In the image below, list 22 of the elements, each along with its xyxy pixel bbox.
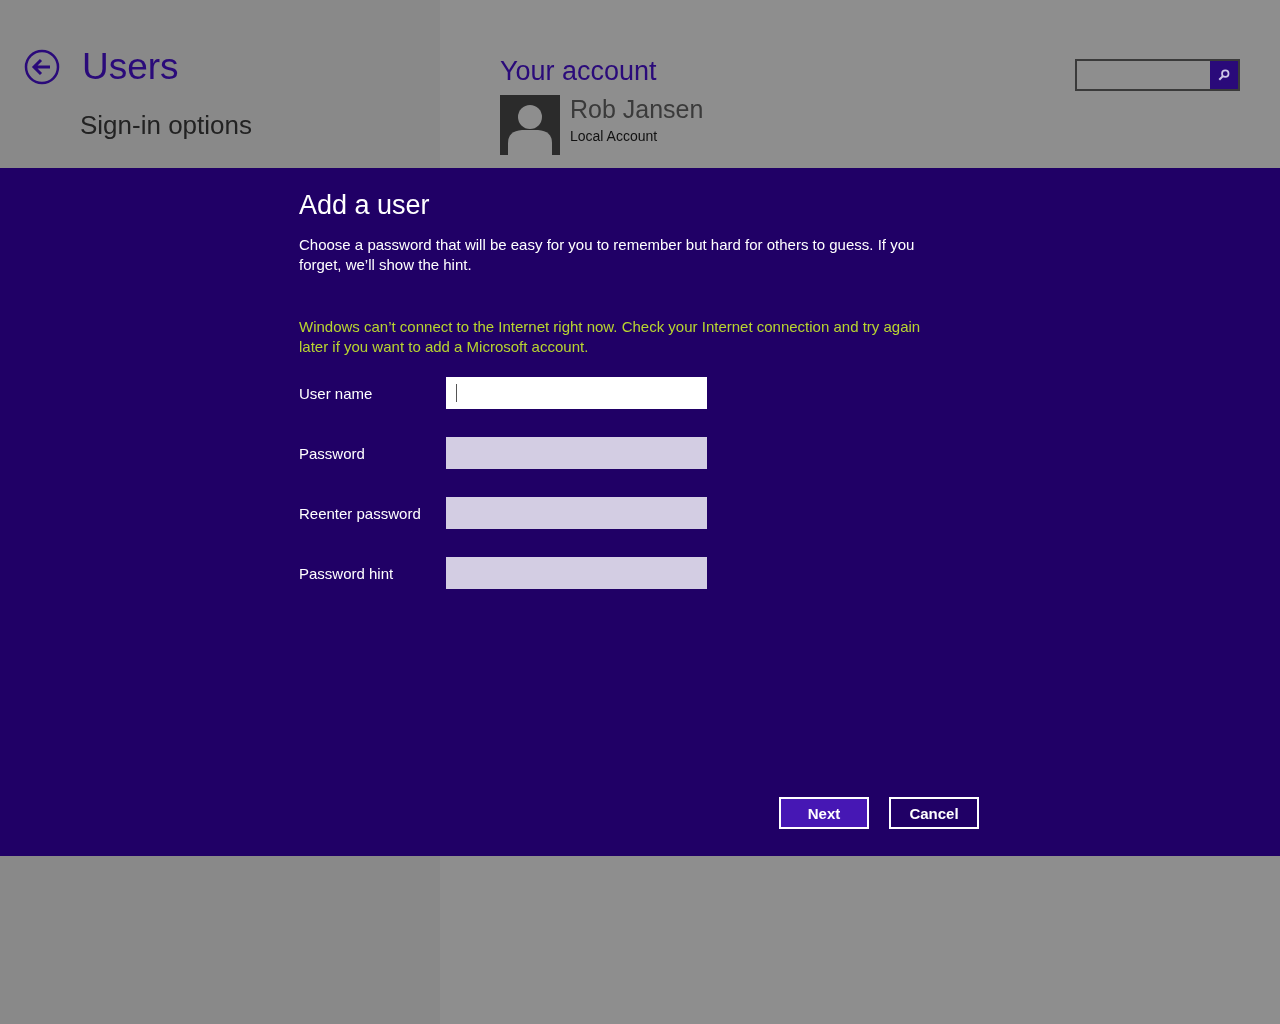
user-avatar-icon — [500, 95, 560, 155]
input-field[interactable] — [446, 497, 707, 529]
dialog-description: Choose a password that will be easy for you to remember but hard for others to guess. If you forget, we’ll show the hint. — [299, 235, 916, 275]
search-button[interactable] — [1210, 61, 1238, 89]
next-button[interactable]: Next — [779, 797, 869, 829]
search-field[interactable] — [1075, 59, 1240, 91]
account-type: Local Account — [570, 128, 659, 144]
page-title: Users — [82, 46, 179, 88]
warning-message: Windows can’t connect to the Internet right now. Check your Internet connection and try again later if you want to add a Microsoft account. — [299, 317, 922, 357]
field-label: User name — [299, 384, 374, 402]
input-field[interactable] — [446, 557, 707, 589]
search-icon — [1218, 69, 1230, 81]
account-name: Rob Jansen — [570, 95, 704, 124]
input-field[interactable] — [446, 437, 707, 469]
cancel-button[interactable]: Cancel — [889, 797, 979, 829]
field-label: Reenter password — [299, 504, 422, 522]
field-label: Password hint — [299, 564, 395, 582]
section-title: Your account — [500, 56, 658, 87]
input-field[interactable] — [446, 377, 707, 409]
field-label: Password — [299, 444, 366, 462]
sidebar-item[interactable]: Sign-in options — [80, 110, 252, 141]
dialog-title: Add a user — [299, 190, 430, 221]
